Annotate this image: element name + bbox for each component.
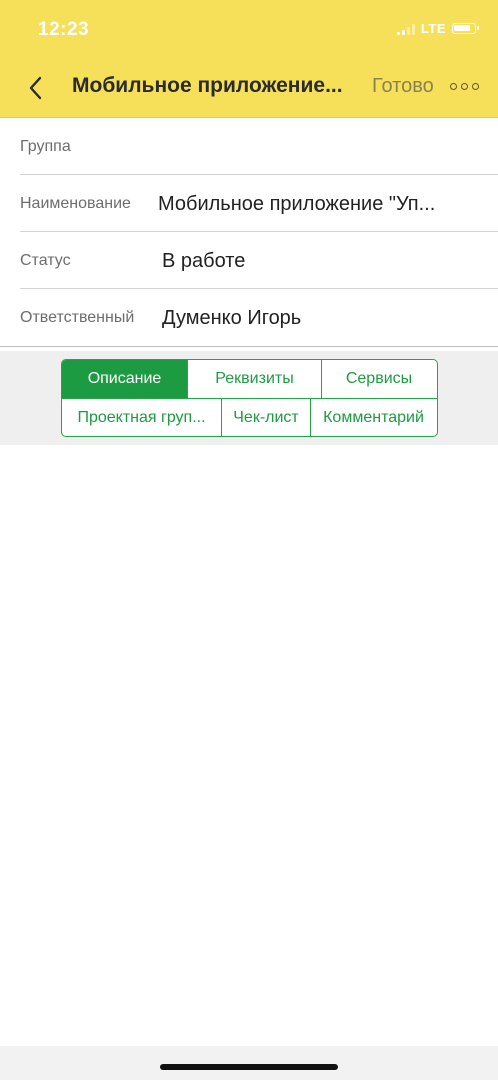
tab-row-2: Проектная груп... Чек-лист Комментарий	[62, 398, 437, 436]
home-indicator[interactable]	[160, 1064, 338, 1070]
tab-services[interactable]: Сервисы	[322, 360, 436, 398]
home-bar-area	[0, 1046, 498, 1080]
group-label: Группа	[20, 138, 71, 155]
form-row-group[interactable]: Группа	[20, 118, 498, 175]
signal-icon	[396, 23, 415, 35]
status-indicators: LTE	[396, 21, 479, 36]
tab-checklist[interactable]: Чек-лист	[222, 399, 311, 436]
status-label: Статус	[20, 252, 71, 269]
page-title: Мобильное приложение...	[72, 74, 343, 97]
form-row-responsible[interactable]: Ответственный Думенко Игорь	[0, 289, 498, 347]
status-time: 12:23	[38, 19, 90, 40]
tab-comments[interactable]: Комментарий	[311, 399, 436, 436]
battery-icon	[452, 23, 479, 34]
tab-row-1: Описание Реквизиты Сервисы	[62, 360, 437, 398]
status-value[interactable]: В работе	[162, 250, 482, 273]
name-label: Наименование	[20, 195, 131, 212]
tab-project-group[interactable]: Проектная груп...	[62, 399, 222, 436]
app-header: 12:23 LTE Мобильное приложение... Готово	[0, 0, 498, 118]
network-label: LTE	[420, 21, 446, 36]
tab-requisites[interactable]: Реквизиты	[188, 360, 322, 398]
name-value[interactable]: Мобильное приложение "Уп...	[158, 193, 478, 216]
chevron-left-icon[interactable]	[24, 74, 50, 102]
form-row-status[interactable]: Статус В работе	[20, 232, 498, 289]
tab-description[interactable]: Описание	[62, 360, 188, 398]
form-row-name[interactable]: Наименование Мобильное приложение "Уп...	[20, 175, 498, 232]
tabs-panel: Описание Реквизиты Сервисы Проектная гру…	[0, 351, 498, 445]
more-dots-icon[interactable]	[450, 83, 479, 90]
responsible-value[interactable]: Думенко Игорь	[162, 307, 482, 330]
done-button[interactable]: Готово	[372, 75, 434, 98]
tab-group: Описание Реквизиты Сервисы Проектная гру…	[61, 359, 438, 437]
responsible-label: Ответственный	[20, 309, 135, 326]
details-form: Группа Наименование Мобильное приложение…	[0, 118, 498, 347]
